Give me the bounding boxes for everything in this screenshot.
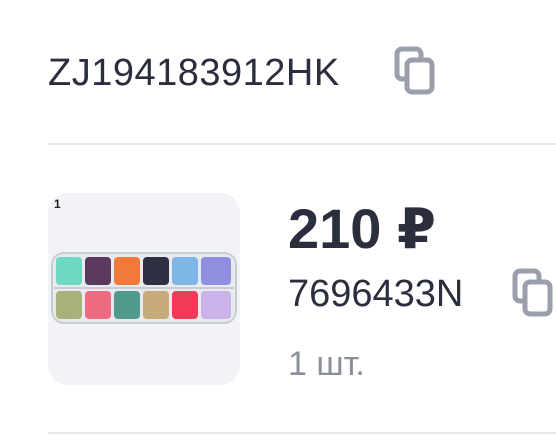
copy-icon <box>394 46 435 95</box>
divider <box>48 432 556 434</box>
order-item-card: ZJ194183912HK 1 210 ₽ 7696433N 1 шт. <box>0 0 556 438</box>
tracking-number: ZJ194183912HK <box>48 52 340 94</box>
item-sku: 7696433N <box>288 273 464 315</box>
item-quantity: 1 шт. <box>288 345 365 383</box>
copy-sku-button[interactable] <box>512 268 554 318</box>
product-thumbnail[interactable]: 1 <box>48 193 240 385</box>
item-price: 210 ₽ <box>288 197 436 260</box>
divider <box>48 143 556 145</box>
bead-organizer-image <box>51 252 237 324</box>
thumbnail-badge: 1 <box>54 197 61 211</box>
copy-icon <box>512 268 553 317</box>
copy-tracking-button[interactable] <box>394 46 436 96</box>
